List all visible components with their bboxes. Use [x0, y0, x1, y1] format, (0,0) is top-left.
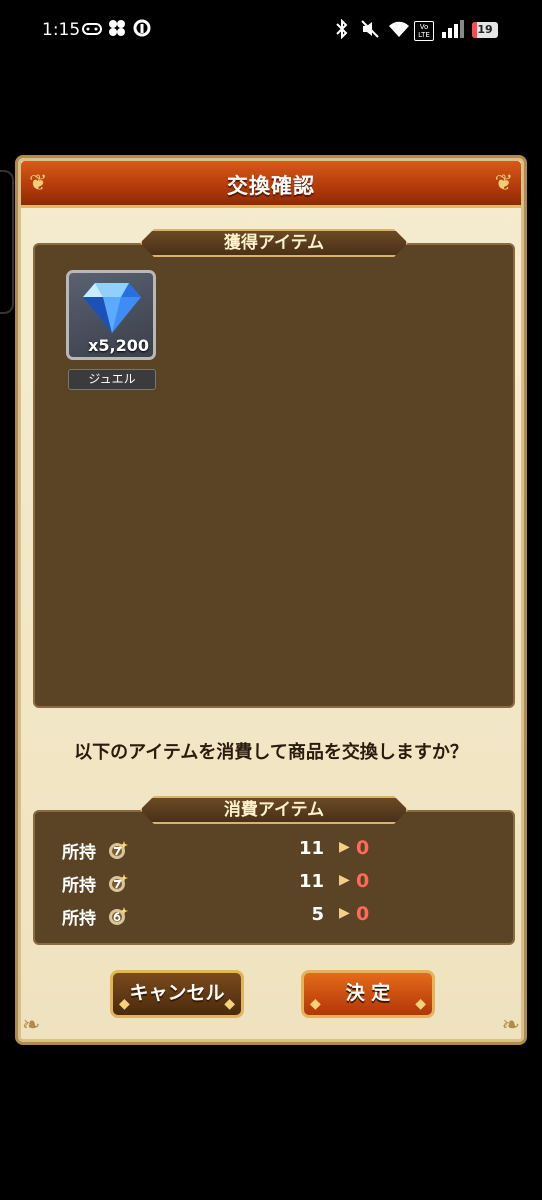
cancel-button[interactable]: ◆ キャンセル ◆ [110, 970, 244, 1018]
arrow-right-icon: ▶ [339, 905, 350, 921]
gamepad-icon [82, 19, 102, 39]
cancel-button-label: キャンセル [129, 982, 225, 1004]
owned-label: 所持 [62, 843, 96, 863]
battery-icon: 19 [472, 22, 498, 38]
ornament-icon: ◆ [119, 996, 130, 1012]
dialog-header: ❦ 交換確認 ❦ [21, 161, 521, 208]
dialog-title: 交換確認 [227, 174, 315, 198]
blue-gem-icon [83, 283, 141, 333]
consume-section-title: 消費アイテム [140, 796, 408, 824]
ornament-icon: ◆ [310, 996, 321, 1012]
ornament-icon: ❦ [494, 171, 513, 196]
owned-count: 11 [298, 871, 324, 892]
ornament-icon: ◆ [415, 996, 426, 1012]
confirm-button[interactable]: ◆ 決 定 ◆ [301, 970, 435, 1018]
signal-icon [441, 19, 465, 39]
ornament-icon: ◆ [224, 996, 235, 1012]
medal-7-icon [109, 874, 128, 892]
acquired-item-card[interactable]: x5,200 [66, 270, 156, 360]
owned-count: 5 [311, 904, 324, 925]
app-clover-icon [108, 19, 126, 37]
status-time: 1:15 [42, 20, 81, 40]
volte-icon: Vo LTE [414, 21, 434, 41]
ornament-icon: ❧ [22, 1013, 41, 1038]
battery-fill [472, 22, 477, 38]
acquire-section-title: 獲得アイテム [140, 229, 408, 257]
bluetooth-icon [334, 19, 350, 39]
owned-count: 11 [298, 838, 324, 859]
confirm-button-label: 決 定 [345, 982, 391, 1004]
app-shield-icon [133, 19, 151, 39]
status-bar: 1:15 Vo LTE 19 [0, 0, 542, 62]
confirm-prompt: 以下のアイテムを消費して商品を交換しますか？ [74, 742, 468, 763]
battery-level: 19 [477, 23, 493, 36]
arrow-right-icon: ▶ [339, 872, 350, 888]
arrow-right-icon: ▶ [339, 839, 350, 855]
exchange-confirm-dialog: ❦ 交換確認 ❦ 獲得アイテム x5,200 ジュエル 以下のアイテムを消費して… [15, 155, 527, 1045]
remaining-count: 0 [356, 870, 370, 892]
consume-item-row: 所持 5 ▶ 0 [18, 902, 524, 930]
consume-item-row: 所持 11 ▶ 0 [18, 869, 524, 897]
remaining-count: 0 [356, 903, 370, 925]
edge-panel-handle[interactable] [0, 170, 14, 314]
medal-7-icon [109, 841, 128, 859]
ornament-icon: ❧ [501, 1013, 520, 1038]
wifi-icon [388, 19, 410, 39]
consume-item-row: 所持 11 ▶ 0 [18, 836, 524, 864]
acquired-item-name: ジュエル [68, 369, 156, 390]
owned-label: 所持 [62, 909, 96, 929]
medal-6-icon [109, 907, 128, 925]
remaining-count: 0 [356, 837, 370, 859]
owned-label: 所持 [62, 876, 96, 896]
acquired-item-quantity: x5,200 [88, 336, 149, 355]
mute-icon [360, 19, 380, 39]
